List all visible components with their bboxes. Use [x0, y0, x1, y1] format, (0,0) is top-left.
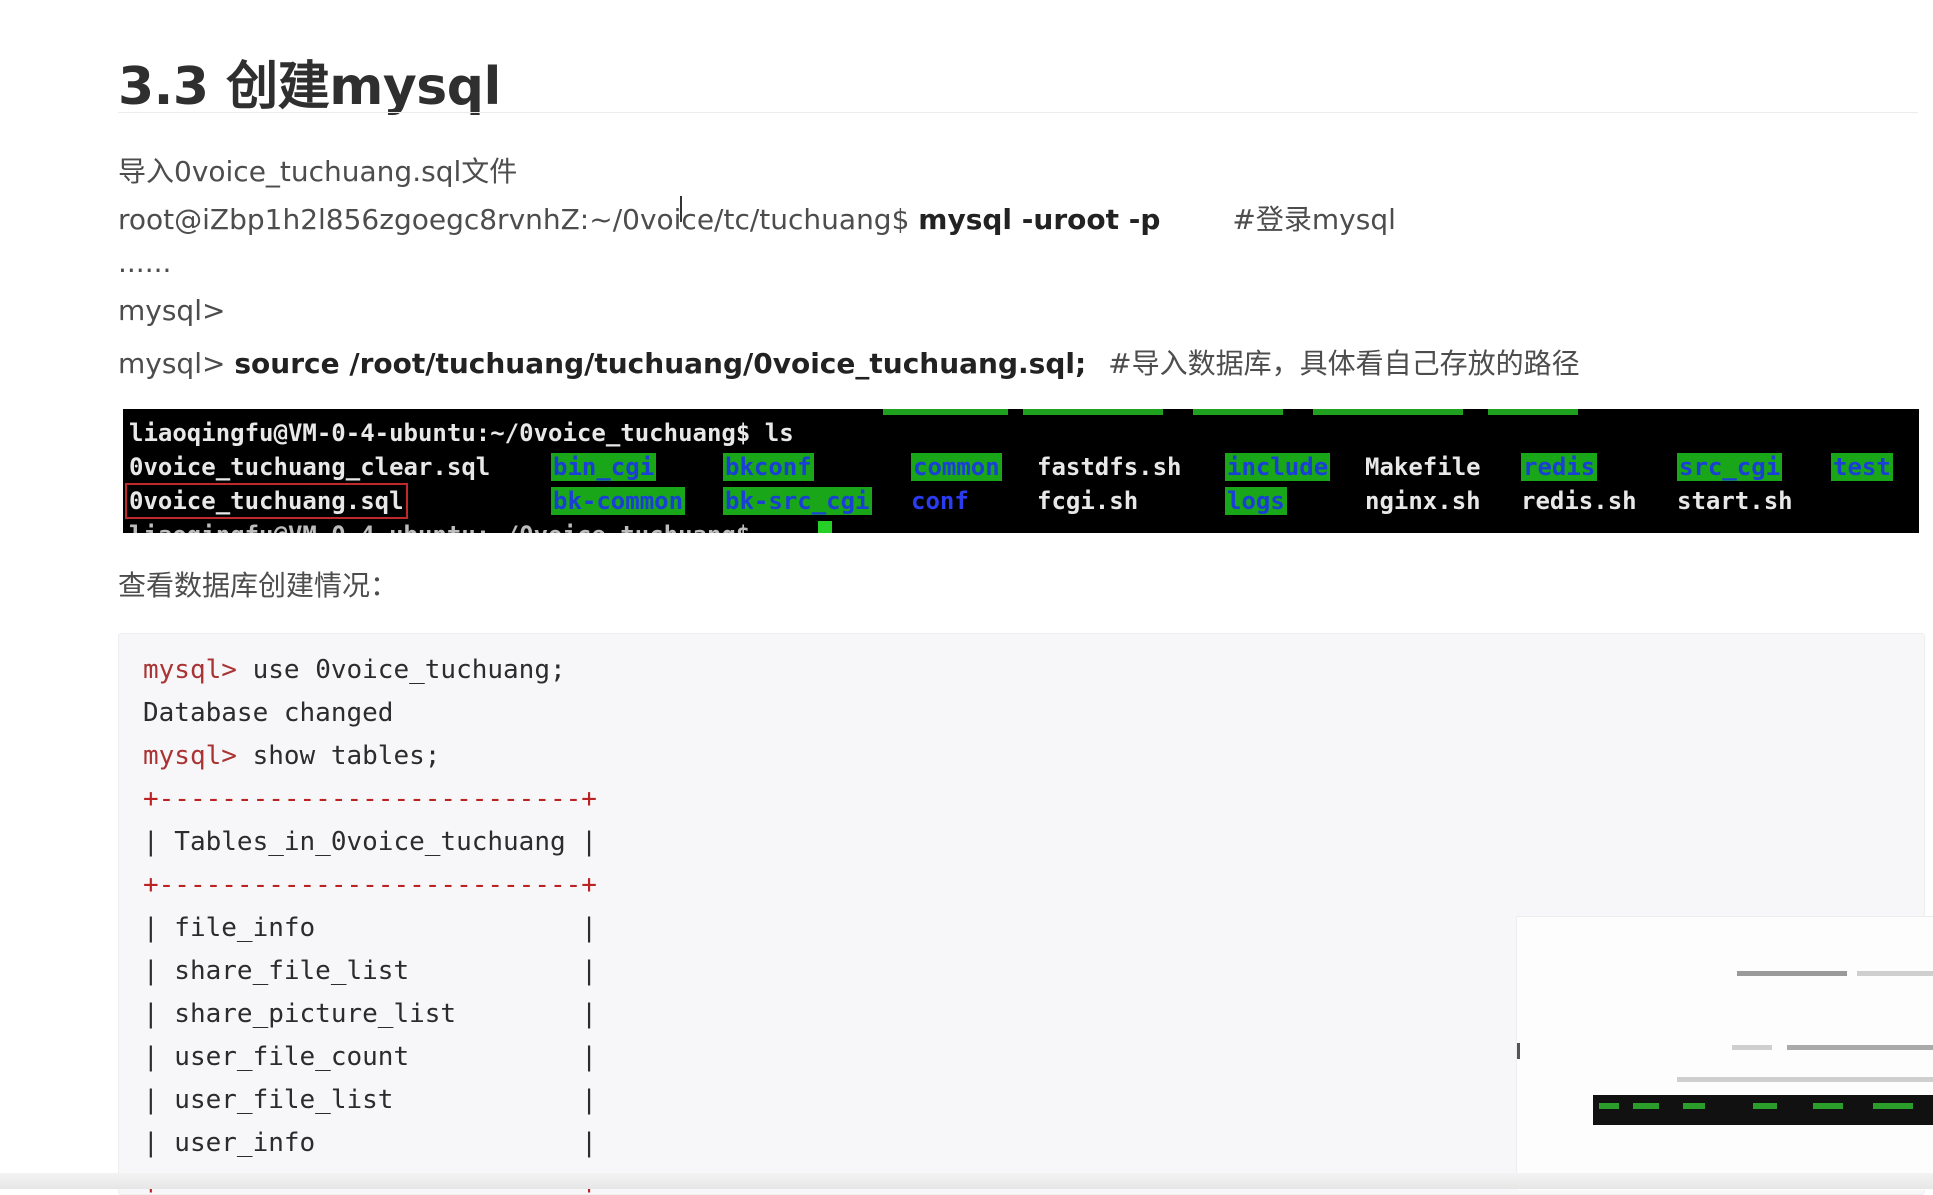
source-command: source /root/tuchuang/tuchuang/0voice_tu… [234, 347, 1087, 380]
table-border: +---------------------------+ [143, 870, 597, 900]
login-prompt: root@iZbp1h2l856zgoegc8rvnhZ:~/0voice/tc… [118, 203, 919, 236]
table-row: | user_file_count | [143, 1042, 597, 1072]
terminal-top-strip [123, 409, 1919, 415]
table-row: | share_picture_list | [143, 999, 597, 1029]
terminal-dir: bin_cgi [551, 453, 657, 481]
code-prompt: mysql> [143, 655, 237, 685]
terminal-dir: bk-common [551, 487, 686, 515]
code-command: show tables; [236, 741, 441, 771]
section-heading: 3.3 创建mysql [118, 57, 501, 117]
ellipsis-line: ...... [118, 246, 172, 279]
preview-terminal [1593, 1095, 1933, 1125]
terminal-prompt-line: liaoqingfu@VM-0-4-ubuntu:~/0voice_tuchua… [129, 419, 794, 447]
terminal-file: 0voice_tuchuang_clear.sql [129, 453, 491, 481]
terminal-dir: bkconf [723, 453, 814, 481]
table-row: | user_info | [143, 1128, 597, 1158]
table-border: +---------------------------+ [143, 784, 597, 814]
code-line-use: mysql> use 0voice_tuchuang; [143, 649, 566, 693]
terminal-dir: test [1831, 453, 1893, 481]
terminal-cursor-icon [818, 521, 832, 533]
check-note: 查看数据库创建情况： [118, 569, 399, 602]
login-comment: #登录mysql [1232, 203, 1396, 236]
source-comment: #导入数据库，具体看自己存放的路径 [1108, 347, 1580, 380]
terminal-partial-prompt: liaoqingfu@VM-0-4-ubuntu:~/0voice_tuchua… [129, 521, 765, 533]
table-row: | file_info | [143, 913, 597, 943]
heading-divider [118, 112, 1918, 113]
source-line: mysql> source /root/tuchuang/tuchuang/0v… [118, 342, 1580, 382]
table-row: | user_file_list | [143, 1085, 597, 1115]
source-prompt: mysql> [118, 347, 235, 380]
highlighted-sql-file: 0voice_tuchuang.sql [125, 483, 408, 519]
terminal-file: start.sh [1677, 487, 1793, 515]
page-preview-thumbnail[interactable] [1516, 916, 1933, 1190]
import-note: 导入0voice_tuchuang.sql文件 [118, 155, 518, 188]
code-line-show: mysql> show tables; [143, 735, 440, 779]
terminal-file: nginx.sh [1365, 487, 1481, 515]
text-cursor-icon [680, 196, 682, 222]
terminal-dir: include [1225, 453, 1331, 481]
terminal-dir: conf [911, 487, 969, 515]
terminal-file: fcgi.sh [1037, 487, 1139, 515]
terminal-dir: bk-src_cgi [723, 487, 872, 515]
terminal-dir: src_cgi [1677, 453, 1783, 481]
terminal-dir: logs [1225, 487, 1287, 515]
preview-scroll-tick [1517, 1043, 1520, 1059]
terminal-file: Makefile [1365, 453, 1481, 481]
bottom-edge [0, 1173, 1933, 1189]
terminal-screenshot: liaoqingfu@VM-0-4-ubuntu:~/0voice_tuchua… [123, 409, 1919, 533]
code-prompt: mysql> [143, 741, 237, 771]
code-command: use 0voice_tuchuang; [236, 655, 566, 685]
terminal-file: redis.sh [1521, 487, 1637, 515]
mysql-prompt-line: mysql> [118, 294, 226, 327]
table-header: | Tables_in_0voice_tuchuang | [143, 827, 597, 857]
login-command: mysql -uroot -p [918, 203, 1161, 236]
terminal-file: fastdfs.sh [1037, 453, 1182, 481]
code-line-output: Database changed [143, 698, 394, 728]
table-row: | share_file_list | [143, 956, 597, 986]
terminal-dir: common [911, 453, 1002, 481]
login-line: root@iZbp1h2l856zgoegc8rvnhZ:~/0voice/tc… [118, 198, 1396, 238]
terminal-dir: redis [1521, 453, 1598, 481]
